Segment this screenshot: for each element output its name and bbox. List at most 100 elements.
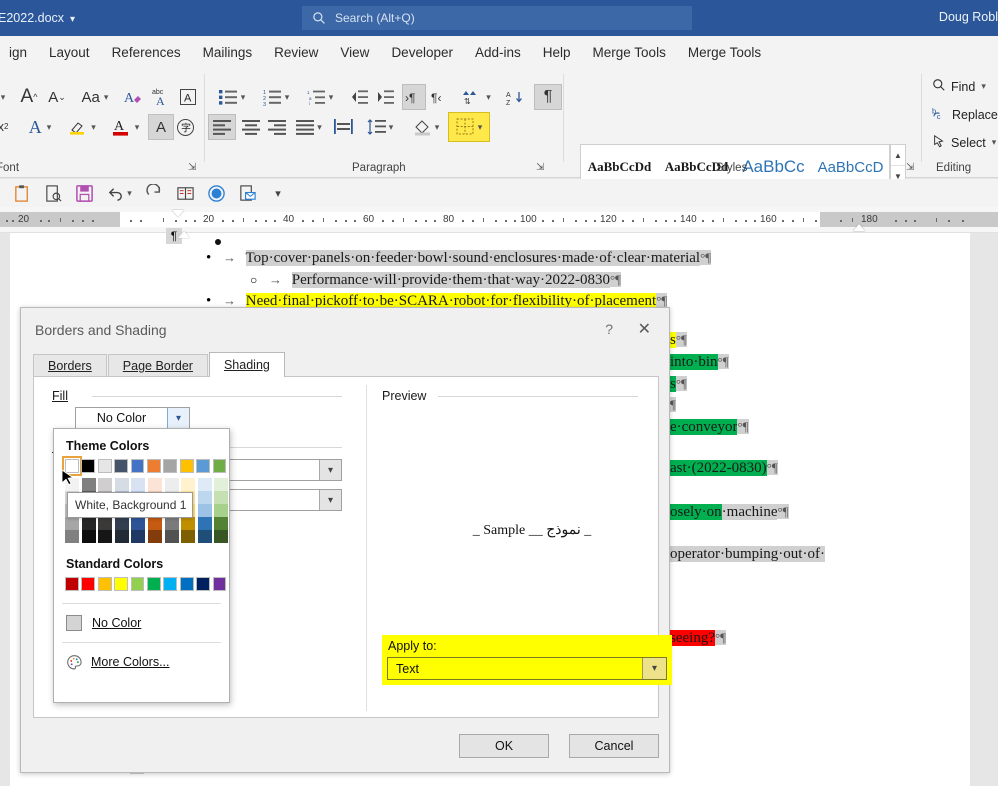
chevron-down-icon[interactable]: ▾ — [70, 14, 75, 25]
theme-variant-swatch-9-3[interactable] — [214, 517, 228, 530]
bullet-list-icon[interactable]: ▾ — [212, 84, 252, 110]
tab-help[interactable]: Help — [532, 41, 582, 64]
theme-variant-swatch-2-3[interactable] — [98, 517, 112, 530]
pilcrow-icon[interactable]: ¶ — [534, 84, 562, 110]
document-line-fragment[interactable]: s°¶ — [670, 332, 687, 349]
document-line-fragment[interactable]: into·bin°¶ — [670, 354, 729, 371]
paint-bucket-icon[interactable]: ▾ — [406, 114, 446, 140]
select-button[interactable]: Select ▾ — [932, 134, 996, 151]
theme-color-swatch-1[interactable] — [81, 459, 95, 473]
theme-variant-swatch-8-1[interactable] — [198, 491, 212, 504]
document-line-fragment[interactable]: e·conveyor°¶ — [670, 419, 749, 436]
theme-variant-swatch-6-3[interactable] — [165, 517, 179, 530]
standard-color-swatch-2[interactable] — [98, 577, 112, 591]
right-indent-marker[interactable] — [853, 224, 865, 231]
standard-color-swatch-4[interactable] — [131, 577, 145, 591]
decrease-indent-icon[interactable] — [346, 84, 372, 110]
tab-references[interactable]: References — [101, 41, 192, 64]
rtl-text-direction-icon[interactable]: ¶‹ — [428, 84, 452, 110]
read-mode-button[interactable] — [171, 181, 199, 205]
styles-dialog-launcher-icon[interactable]: ⇲ — [906, 162, 914, 173]
justify-icon[interactable]: ▾ — [290, 114, 328, 140]
theme-variant-swatch-9-0[interactable] — [214, 478, 228, 491]
theme-variant-swatch-7-3[interactable] — [181, 517, 195, 530]
email-button[interactable] — [233, 181, 261, 205]
color-picker-dropdown[interactable]: Theme Colors Standard Colors No Color Mo… — [53, 428, 230, 703]
theme-variant-swatch-2-0[interactable] — [98, 478, 112, 491]
distributed-icon[interactable] — [330, 114, 356, 140]
theme-color-swatch-9[interactable] — [213, 459, 227, 473]
standard-color-swatch-7[interactable] — [180, 577, 194, 591]
standard-color-swatch-1[interactable] — [81, 577, 95, 591]
theme-variant-swatch-5-4[interactable] — [148, 530, 162, 543]
tab-merge-tools-2[interactable]: Merge Tools — [677, 41, 772, 64]
theme-variant-column-9[interactable] — [214, 478, 228, 543]
undo-button[interactable]: ▾ — [101, 181, 137, 205]
chevron-down-icon[interactable]: ▾ — [319, 490, 341, 510]
tab-add-ins[interactable]: Add-ins — [464, 41, 532, 64]
pattern-style-combo[interactable]: ▾ — [214, 459, 342, 481]
highlighter-icon[interactable]: ▾ — [62, 114, 102, 140]
theme-variant-swatch-8-0[interactable] — [198, 478, 212, 491]
theme-variant-swatch-7-0[interactable] — [181, 478, 195, 491]
standard-color-swatch-6[interactable] — [163, 577, 177, 591]
styles-scroll-up-button[interactable]: ▲ — [891, 145, 905, 166]
replace-button[interactable]: bc Replace — [932, 106, 998, 124]
more-colors-menu-item[interactable]: More Colors... — [54, 647, 229, 677]
close-icon[interactable]: ✕ — [638, 319, 651, 339]
align-center-icon[interactable] — [238, 114, 264, 140]
standard-color-swatch-8[interactable] — [196, 577, 210, 591]
multilevel-list-icon[interactable]: 1ai▾ — [300, 84, 340, 110]
font-dialog-launcher-icon[interactable]: ⇲ — [188, 162, 196, 173]
save-button[interactable] — [70, 181, 98, 205]
left-indent-marker[interactable] — [178, 231, 190, 238]
line-spacing-icon[interactable]: ▾ — [360, 114, 400, 140]
print-preview-button[interactable] — [39, 181, 67, 205]
tab-mailings[interactable]: Mailings — [192, 41, 264, 64]
theme-color-swatch-5[interactable] — [147, 459, 161, 473]
theme-colors-row[interactable] — [54, 459, 229, 473]
horizontal-ruler[interactable]: 20 20 40 60 80 100 120 140 160 180 — [0, 207, 998, 233]
grow-font-button[interactable]: A^ — [16, 84, 42, 110]
theme-color-swatch-6[interactable] — [163, 459, 177, 473]
sort-icon[interactable]: ⇅▾ — [458, 84, 496, 110]
theme-variant-swatch-1-4[interactable] — [82, 530, 96, 543]
customize-qat-button[interactable]: ▾ — [264, 181, 292, 205]
apply-to-combo[interactable]: Text ▾ — [387, 657, 667, 680]
standard-color-swatch-9[interactable] — [213, 577, 227, 591]
theme-variant-swatch-8-4[interactable] — [198, 530, 212, 543]
change-case-button[interactable]: Aa▾ — [74, 84, 116, 110]
standard-color-swatch-3[interactable] — [114, 577, 128, 591]
fill-color-combo[interactable]: No Color ▾ — [75, 407, 190, 429]
document-line-fragment[interactable]: seeing?°¶ — [670, 630, 726, 647]
paste-button[interactable] — [8, 181, 36, 205]
shrink-font-button[interactable]: A⌄ — [44, 84, 70, 110]
phonetic-guide-button[interactable]: abcA — [148, 84, 174, 110]
tab-layout[interactable]: Layout — [38, 41, 101, 64]
first-line-indent-marker[interactable] — [172, 210, 184, 217]
no-color-menu-item[interactable]: No Color — [54, 608, 229, 638]
ltr-text-direction-icon[interactable]: ›¶ — [402, 84, 426, 110]
sort-az-icon[interactable]: AZ — [502, 84, 528, 110]
align-right-icon[interactable] — [264, 114, 290, 140]
tab-merge-tools-1[interactable]: Merge Tools — [582, 41, 677, 64]
document-line-fragment[interactable]: operator·bumping·out·of· — [670, 546, 825, 563]
theme-variant-swatch-0-4[interactable] — [65, 530, 79, 543]
theme-variant-swatch-3-3[interactable] — [115, 517, 129, 530]
document-name[interactable]: E2022.docx▾ — [0, 11, 75, 25]
numbered-list-icon[interactable]: 123▾ — [256, 84, 296, 110]
theme-variant-swatch-4-0[interactable] — [131, 478, 145, 491]
font-size-box[interactable]: ▾ — [0, 86, 14, 108]
theme-variant-swatch-4-4[interactable] — [131, 530, 145, 543]
record-macro-button[interactable] — [202, 181, 230, 205]
theme-variant-swatch-6-0[interactable] — [165, 478, 179, 491]
standard-colors-row[interactable] — [54, 577, 229, 591]
borders-icon[interactable]: ▾ — [448, 112, 490, 142]
find-button[interactable]: Find ▾ — [932, 78, 986, 95]
theme-variant-swatch-4-3[interactable] — [131, 517, 145, 530]
theme-variant-swatch-5-0[interactable] — [148, 478, 162, 491]
theme-color-swatch-3[interactable] — [114, 459, 128, 473]
theme-color-swatch-8[interactable] — [196, 459, 210, 473]
search-input[interactable]: Search (Alt+Q) — [302, 6, 692, 30]
tab-view[interactable]: View — [329, 41, 380, 64]
